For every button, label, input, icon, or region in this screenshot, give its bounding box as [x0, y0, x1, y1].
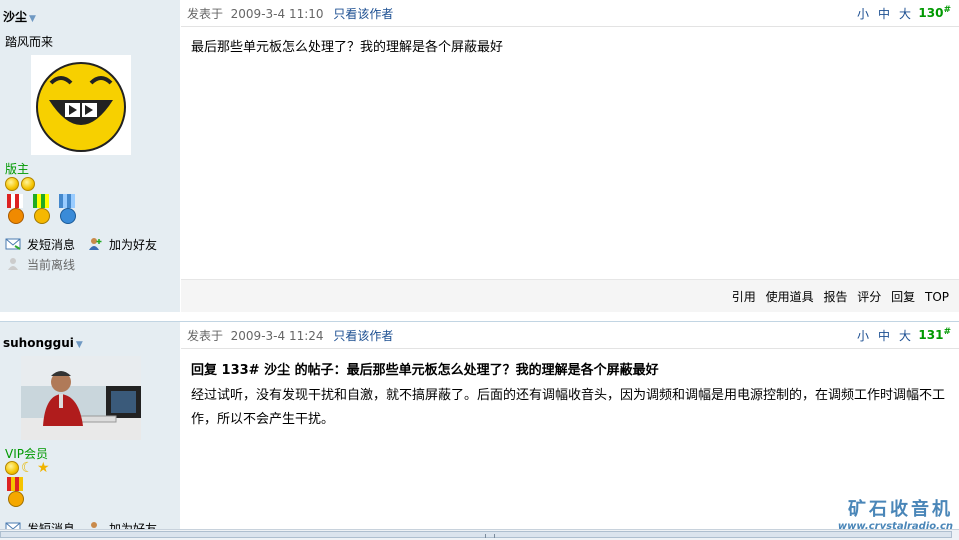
author-name[interactable]: 沙尘 ▼ [3, 8, 36, 25]
font-small-button[interactable]: 小 [857, 7, 872, 21]
offline-user-icon [8, 258, 18, 270]
post-130: 沙尘 ▼ 踏风而来 版主 发短消息 加为好友 当前离线 发表于 2009-3-4… [0, 0, 959, 313]
post-content: 经过试听，没有发现干扰和自激，就不搞屏蔽了。后面的还有调幅收音头，因为调频和调幅… [191, 388, 946, 427]
post-meta: 发表于 2009-3-4 11:10 只看该作者 [187, 5, 393, 22]
font-medium-button[interactable]: 中 [878, 7, 893, 21]
author-name[interactable]: suhonggui ▼ [3, 336, 83, 350]
posted-label: 发表于 [187, 329, 224, 343]
floor-value[interactable]: 130 [918, 6, 943, 20]
post-time: 2009-3-4 11:10 [230, 7, 324, 21]
envelope-icon[interactable] [5, 237, 21, 251]
report-button[interactable]: 报告 [823, 290, 847, 304]
smiley-icon [21, 177, 35, 191]
rank-icons: ☾ ★ [5, 461, 51, 475]
scrollbar-grip-icon [485, 534, 495, 538]
avatar[interactable] [21, 356, 141, 440]
top-button[interactable]: TOP [925, 290, 949, 304]
floor-number[interactable]: 131# [918, 327, 951, 342]
font-size-controls: 小中大 [851, 327, 914, 344]
post-content: 最后那些单元板怎么处理了？我的理解是各个屏蔽最好 [191, 40, 504, 55]
post-body: 发表于 2009-3-4 11:10 只看该作者 小中大 130# 最后那些单元… [181, 0, 959, 313]
horizontal-scrollbar[interactable] [0, 529, 959, 540]
add-friend-icon[interactable] [87, 237, 103, 251]
quote-button[interactable]: 引用 [732, 290, 756, 304]
post-toolbar: 引用 使用道具 报告 评分 回复 TOP [181, 279, 959, 312]
floor-suffix: # [943, 5, 951, 15]
moon-icon: ☾ [21, 460, 34, 476]
author-name-link[interactable]: suhonggui [3, 336, 74, 350]
reply-title: 回复 133# 沙尘 的帖子：最后那些单元板怎么处理了？我的理解是各个屏蔽最好 [191, 363, 659, 378]
use-item-button[interactable]: 使用道具 [766, 290, 814, 304]
divider [181, 348, 959, 349]
reply-button[interactable]: 回复 [891, 290, 915, 304]
post-time: 2009-3-4 11:24 [230, 329, 324, 343]
medal-icon [57, 194, 77, 224]
add-friend-link[interactable]: 加为好友 [109, 236, 157, 253]
star-icon: ★ [37, 460, 50, 476]
scrollbar-thumb[interactable] [0, 531, 952, 538]
chevron-down-icon[interactable]: ▼ [29, 14, 36, 24]
rate-button[interactable]: 评分 [857, 290, 881, 304]
font-large-button[interactable]: 大 [899, 329, 914, 343]
avatar[interactable] [31, 55, 131, 155]
author-sidebar: 沙尘 ▼ 踏风而来 版主 发短消息 加为好友 当前离线 [0, 0, 180, 312]
medal-icon [5, 477, 25, 507]
watermark-title: 矿石收音机 [848, 499, 953, 520]
post-131: suhonggui ▼ VIP会员 ☾ ★ 发短消息 加为好友 发表于 2009… [0, 322, 959, 530]
user-group: 版主 [5, 162, 30, 176]
medals [5, 477, 25, 507]
divider [181, 26, 959, 27]
medal-icon [31, 194, 51, 224]
send-message-link[interactable]: 发短消息 [27, 236, 75, 253]
author-only-link[interactable]: 只看该作者 [333, 7, 393, 21]
post-meta: 发表于 2009-3-4 11:24 只看该作者 [187, 327, 393, 344]
site-watermark: 矿石收音机 www.crystalradio.cn [838, 495, 953, 532]
author-signature: 踏风而来 [5, 35, 54, 49]
author-actions: 发短消息 加为好友 当前离线 [5, 234, 157, 274]
font-medium-button[interactable]: 中 [878, 329, 893, 343]
rank-icons [5, 177, 35, 191]
floor-number[interactable]: 130# [918, 5, 951, 20]
medals [5, 194, 77, 224]
font-small-button[interactable]: 小 [857, 329, 872, 343]
font-large-button[interactable]: 大 [899, 7, 914, 21]
smiley-icon [5, 461, 19, 475]
chevron-down-icon[interactable]: ▼ [76, 340, 83, 350]
post-separator [0, 312, 959, 322]
floor-suffix: # [943, 327, 951, 337]
posted-label: 发表于 [187, 7, 224, 21]
author-name-link[interactable]: 沙尘 [3, 10, 27, 24]
author-sidebar: suhonggui ▼ VIP会员 ☾ ★ 发短消息 加为好友 [0, 322, 180, 530]
online-status: 当前离线 [27, 257, 76, 272]
font-size-controls: 小中大 [851, 5, 914, 22]
floor-value[interactable]: 131 [918, 328, 943, 342]
medal-icon [5, 194, 25, 224]
smiley-icon [5, 177, 19, 191]
author-only-link[interactable]: 只看该作者 [333, 329, 393, 343]
